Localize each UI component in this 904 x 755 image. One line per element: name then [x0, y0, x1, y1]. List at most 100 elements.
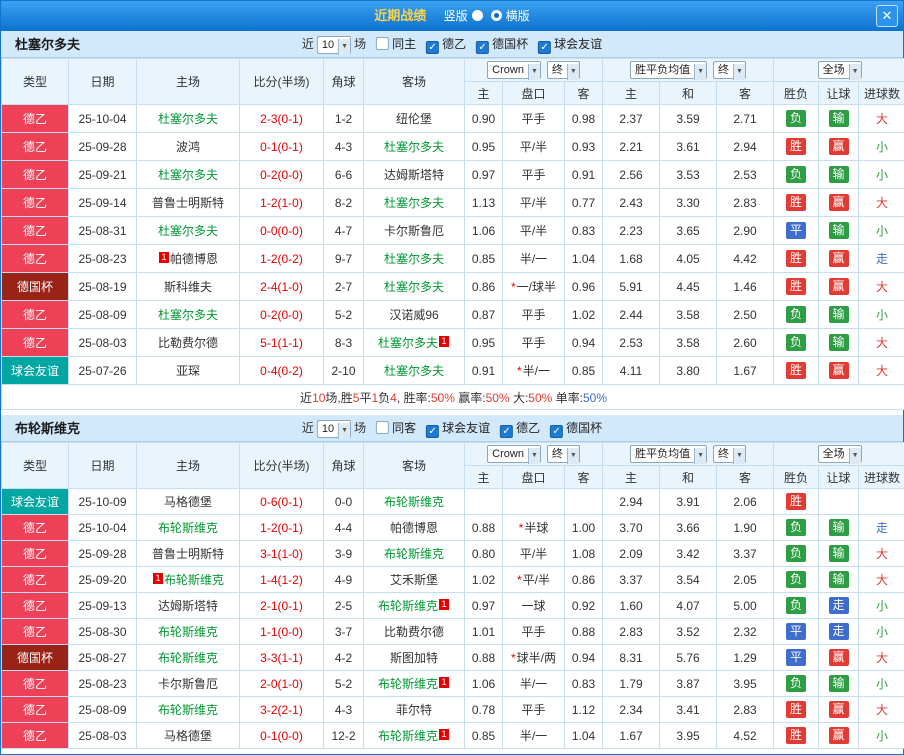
handicap-result-badge: 走: [829, 623, 849, 640]
focus-team-link[interactable]: 杜塞尔多夫: [158, 308, 218, 322]
summary-segment: 单率:: [552, 391, 583, 405]
team-link[interactable]: 斯图加特: [390, 651, 438, 665]
match-date: 25-08-03: [69, 329, 137, 357]
odds-handicap: *一/球半: [503, 273, 565, 301]
goals-result: 大: [876, 112, 888, 126]
team-link[interactable]: 普鲁士明斯特: [152, 196, 224, 210]
chevron-down-icon: ▼: [849, 448, 861, 464]
match-date: 25-10-04: [69, 515, 137, 541]
away-team-cell: 杜塞尔多夫: [364, 273, 465, 301]
matches-count-select[interactable]: 10▼: [317, 420, 351, 438]
focus-team-link[interactable]: 布轮斯维克: [158, 625, 218, 639]
chevron-down-icon: ▼: [849, 64, 861, 80]
fullmatch-select[interactable]: 全场▼: [818, 445, 862, 463]
goals-result: 走: [876, 521, 888, 535]
focus-team-link[interactable]: 布轮斯维克: [384, 547, 444, 561]
focus-team-link[interactable]: 布轮斯维克: [378, 599, 438, 613]
odds-source-select[interactable]: Crown▼: [487, 445, 541, 463]
matches-count-select[interactable]: 10▼: [317, 36, 351, 54]
team-link[interactable]: 菲尔特: [396, 703, 432, 717]
away-team-cell: 杜塞尔多夫1: [364, 329, 465, 357]
team-link[interactable]: 波鸿: [176, 140, 200, 154]
match-score: 5-1(1-1): [240, 329, 324, 357]
odds-handicap: 平手: [503, 301, 565, 329]
odds-home-water: 0.80: [465, 541, 503, 567]
focus-team-link[interactable]: 布轮斯维克: [384, 495, 444, 509]
goals-result: 小: [876, 168, 888, 182]
team-link[interactable]: 马格德堡: [164, 729, 212, 743]
focus-team-link[interactable]: 杜塞尔多夫: [158, 224, 218, 238]
filter-checkbox[interactable]: ✓: [476, 41, 489, 54]
column-header: 角球: [324, 59, 364, 105]
focus-team-link[interactable]: 布轮斯维克: [158, 651, 218, 665]
focus-team-link[interactable]: 杜塞尔多夫: [384, 252, 444, 266]
focus-team-link[interactable]: 布轮斯维克: [158, 703, 218, 717]
team-link[interactable]: 比勒费尔德: [384, 625, 444, 639]
filter-checkbox[interactable]: [376, 37, 389, 50]
filter-checkbox[interactable]: [376, 421, 389, 434]
focus-team-link[interactable]: 杜塞尔多夫: [158, 112, 218, 126]
handicap-result-badge: 输: [829, 571, 849, 588]
team-link[interactable]: 帕德博恩: [390, 521, 438, 535]
focus-team-link[interactable]: 杜塞尔多夫: [384, 196, 444, 210]
focus-team-link[interactable]: 布轮斯维克: [378, 677, 438, 691]
corner-score: 6-6: [324, 161, 364, 189]
avg-away-odds: 1.67: [717, 357, 774, 385]
filter-checkbox[interactable]: ✓: [550, 425, 563, 438]
odds-source-select[interactable]: Crown▼: [487, 61, 541, 79]
focus-team-link[interactable]: 布轮斯维克: [378, 729, 438, 743]
corner-score: 4-3: [324, 133, 364, 161]
team-link[interactable]: 亚琛: [176, 364, 200, 378]
avg-odds-select[interactable]: 胜平负均值▼: [630, 61, 707, 79]
team-link[interactable]: 斯科维夫: [164, 280, 212, 294]
avg-odds-select[interactable]: 胜平负均值▼: [630, 445, 707, 463]
filter-checkbox[interactable]: ✓: [426, 41, 439, 54]
goals-result-cell: 大: [859, 189, 904, 217]
filter-checkbox[interactable]: ✓: [538, 41, 551, 54]
focus-team-link[interactable]: 杜塞尔多夫: [158, 168, 218, 182]
focus-team-link[interactable]: 杜塞尔多夫: [378, 336, 438, 350]
final-odds-select-2[interactable]: 终▼: [713, 61, 746, 79]
handicap-text: 平/半: [523, 573, 550, 587]
away-team-cell: 达姆斯塔特: [364, 161, 465, 189]
focus-team-link[interactable]: 布轮斯维克: [164, 573, 224, 587]
team-link[interactable]: 达姆斯塔特: [158, 599, 218, 613]
team-link[interactable]: 达姆斯塔特: [384, 168, 444, 182]
focus-team-link[interactable]: 杜塞尔多夫: [384, 140, 444, 154]
final-odds-select[interactable]: 终▼: [547, 445, 580, 463]
type-badge: 德乙: [2, 301, 69, 329]
final-odds-select-2[interactable]: 终▼: [713, 445, 746, 463]
focus-team-link[interactable]: 布轮斯维克: [158, 521, 218, 535]
result-badge: 负: [786, 571, 806, 588]
summary-segment: 大:: [510, 391, 529, 405]
team-link[interactable]: 汉诺威96: [389, 308, 438, 322]
result-badge: 负: [786, 545, 806, 562]
team-link[interactable]: 马格德堡: [164, 495, 212, 509]
team-link[interactable]: 纽伦堡: [396, 112, 432, 126]
column-header: 客场: [364, 443, 465, 489]
avg-draw-odds: 3.59: [660, 105, 717, 133]
horizontal-layout-radio[interactable]: [491, 10, 502, 21]
focus-team-link[interactable]: 杜塞尔多夫: [384, 280, 444, 294]
match-date: 25-08-30: [69, 619, 137, 645]
fullmatch-select[interactable]: 全场▼: [818, 61, 862, 79]
team-link[interactable]: 帕德博恩: [170, 252, 218, 266]
handicap-result-cell: 走: [819, 619, 859, 645]
corner-score: 12-2: [324, 723, 364, 749]
goals-result: 小: [876, 677, 888, 691]
filter-checkbox[interactable]: ✓: [426, 425, 439, 438]
final-odds-select[interactable]: 终▼: [547, 61, 580, 79]
sub-column-header: 客: [565, 466, 603, 489]
team-link[interactable]: 比勒费尔德: [158, 336, 218, 350]
team-link[interactable]: 普鲁士明斯特: [152, 547, 224, 561]
team-link[interactable]: 卡尔斯鲁厄: [384, 224, 444, 238]
odds-source-select-value: Crown: [492, 448, 524, 460]
team-link[interactable]: 卡尔斯鲁厄: [158, 677, 218, 691]
filter-checkbox[interactable]: ✓: [500, 425, 513, 438]
team-link[interactable]: 艾禾斯堡: [390, 573, 438, 587]
focus-team-link[interactable]: 杜塞尔多夫: [384, 364, 444, 378]
close-icon[interactable]: ✕: [876, 5, 898, 27]
handicap-result-badge: 输: [829, 334, 849, 351]
vertical-layout-radio[interactable]: [472, 10, 483, 21]
home-team-cell: 马格德堡: [137, 723, 240, 749]
